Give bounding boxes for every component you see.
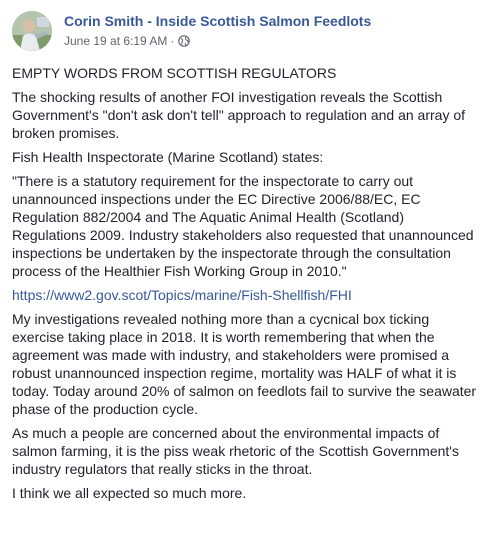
post-timestamp[interactable]: June 19 at 6:19 AM <box>64 34 167 48</box>
globe-icon[interactable] <box>178 35 191 47</box>
post-header: Corin Smith - Inside Scottish Salmon Fee… <box>12 10 492 54</box>
post-paragraph: The shocking results of another FOI inve… <box>12 89 466 141</box>
avatar[interactable] <box>12 11 52 51</box>
post-paragraph: As much a people are concerned about the… <box>12 425 459 477</box>
post-meta: June 19 at 6:19 AM · <box>64 34 191 48</box>
post-paragraph: EMPTY WORDS FROM SCOTTISH REGULATORS <box>12 65 337 81</box>
meta-separator: · <box>170 34 175 48</box>
post-paragraph: I think we all expected so much more. <box>12 485 247 501</box>
post-paragraph: Fish Health Inspectorate (Marine Scotlan… <box>12 149 324 165</box>
post-paragraph: "There is a statutory requirement for th… <box>12 173 474 279</box>
post-body: EMPTY WORDS FROM SCOTTISH REGULATORS The… <box>12 64 494 508</box>
author-name-link[interactable]: Corin Smith - Inside Scottish Salmon Fee… <box>64 13 371 29</box>
avatar-photo <box>12 11 52 51</box>
post-link-paragraph: https://www2.gov.scot/Topics/marine/Fish… <box>12 286 494 304</box>
facebook-post: Corin Smith - Inside Scottish Salmon Fee… <box>0 0 504 533</box>
source-link[interactable]: https://www2.gov.scot/Topics/marine/Fish… <box>12 287 352 303</box>
post-paragraph: My investigations revealed nothing more … <box>12 311 477 417</box>
